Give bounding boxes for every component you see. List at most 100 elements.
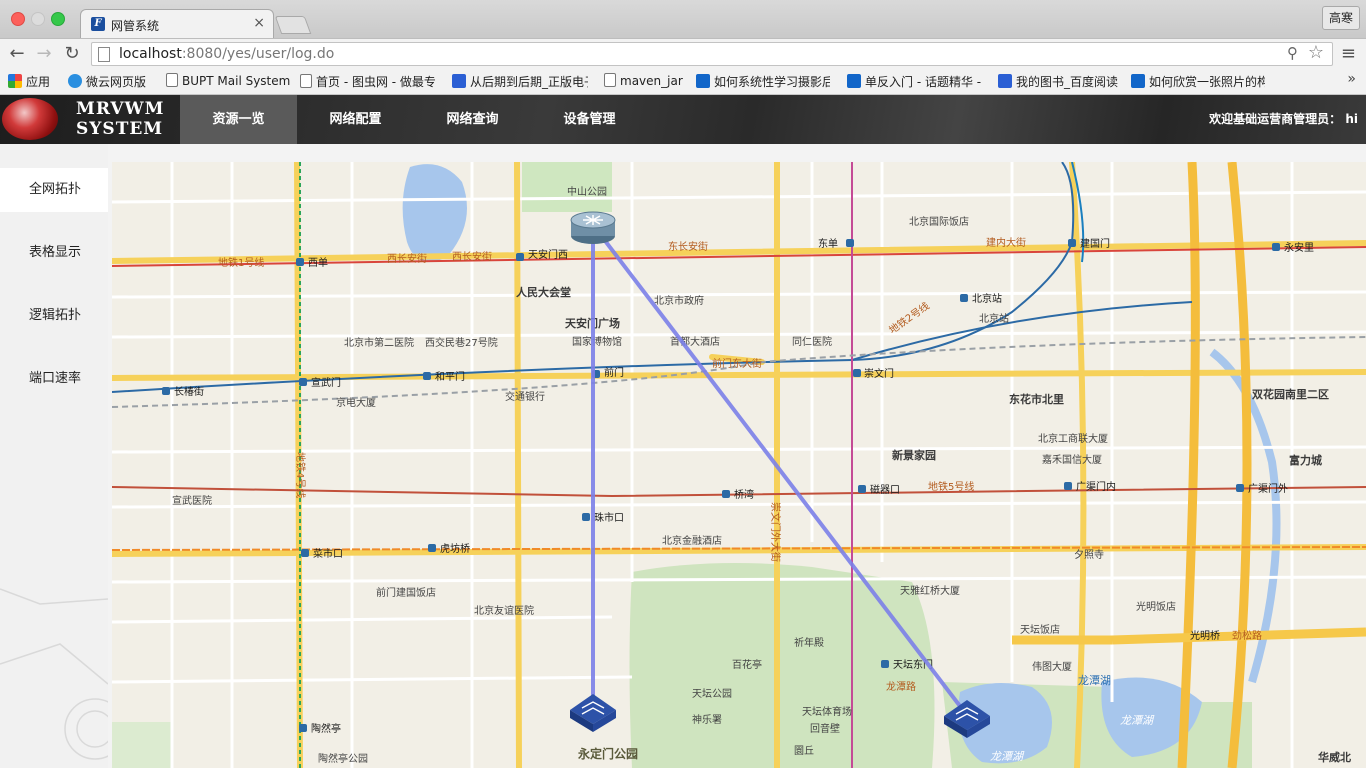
sidebar-item-full-topology[interactable]: 全网拓扑: [0, 168, 108, 212]
logo-line-2: SYSTEM: [76, 119, 164, 139]
bookmark-label: 首页 - 图虫网 - 做最专: [316, 75, 436, 89]
bookmark-label: 单反入门 - 话题精华 -: [865, 75, 981, 89]
map-label: 北京友谊医院: [474, 604, 534, 617]
window-minimize-button[interactable]: [31, 12, 45, 26]
map-label: 北京金融酒店: [662, 534, 722, 547]
bookmark-star-icon[interactable]: ☆: [1308, 42, 1324, 63]
browser-titlebar: F 网管系统 × 高寒: [0, 0, 1366, 39]
map-label: 前门建国饭店: [376, 586, 436, 599]
sidebar-item-port-rate[interactable]: 端口速率: [0, 357, 108, 401]
map-label: 天坛体育场: [802, 705, 852, 718]
globe-logo-icon: [2, 98, 58, 140]
back-arrow-icon[interactable]: ←: [6, 43, 28, 65]
map-label: 新景家园: [892, 448, 936, 462]
app-header: MRVWM SYSTEM 资源一览 网络配置 网络查询 设备管理 欢迎基础运营商…: [0, 95, 1366, 144]
map-label: 祈年殿: [794, 636, 824, 649]
router-icon[interactable]: [570, 211, 616, 244]
window-close-button[interactable]: [11, 12, 25, 26]
map-label: 国家博物馆: [572, 335, 622, 348]
tab-title: 网管系统: [111, 19, 160, 33]
bookmark-label: 我的图书_百度阅读: [1016, 75, 1119, 89]
address-url[interactable]: localhost:8080/yes/user/log.do: [119, 46, 334, 62]
map-canvas[interactable]: 人民大会堂 天安门广场 东花市北里 双花园南里二区 新景家园 富力城 华威北 永…: [112, 162, 1366, 768]
map-label: 广渠门内: [1076, 480, 1116, 493]
bookmark-label: 微云网页版: [86, 75, 147, 89]
map-label: 双花园南里二区: [1252, 387, 1329, 401]
sidebar: 全网拓扑 表格显示 逻辑拓扑 端口速率: [0, 144, 108, 768]
map-label: 地铁5号线: [928, 480, 974, 493]
bookmarks-bar: 应用 微云网页版 BUPT Mail System 首页 - 图虫网 - 做最专…: [0, 68, 1366, 95]
map-label: 天坛饭店: [1020, 623, 1060, 636]
map-label: 东花市北里: [1009, 392, 1064, 406]
forward-arrow-icon[interactable]: →: [33, 43, 55, 65]
map-label: 北京市政府: [654, 294, 704, 307]
nav-device-management[interactable]: 设备管理: [531, 95, 648, 144]
map-label: 夕照寺: [1074, 549, 1104, 561]
bookmark-item[interactable]: BUPT Mail System: [166, 73, 290, 89]
map-label: 北京国际饭店: [909, 215, 969, 228]
bookmark-item[interactable]: 首页 - 图虫网 - 做最专: [300, 73, 436, 89]
map-label: 伟图大厦: [1032, 660, 1072, 673]
bookmark-item[interactable]: 微云网页版: [68, 73, 146, 89]
favicon-icon: F: [91, 17, 105, 31]
paw-icon: [452, 74, 466, 88]
bookmarks-more-icon[interactable]: »: [1347, 71, 1356, 87]
switch-icon[interactable]: [570, 694, 616, 732]
bookmark-item[interactable]: 单反入门 - 话题精华 -: [847, 73, 981, 89]
browser-tab[interactable]: F 网管系统 ×: [80, 9, 274, 39]
cloud-icon: [68, 74, 82, 88]
map-label: 建内大街: [986, 236, 1026, 249]
nav-network-query[interactable]: 网络查询: [414, 95, 531, 144]
logo-line-1: MRVWM: [76, 99, 165, 119]
bookmark-label: BUPT Mail System: [182, 74, 291, 88]
map-label: 百花亭: [732, 658, 762, 671]
bookmark-item[interactable]: 如何系统性学习摄影后期: [696, 73, 830, 89]
map-label: 地铁4号线: [294, 452, 307, 498]
map-label: 西交民巷27号院: [425, 336, 498, 349]
map-label: 西长安街: [452, 250, 492, 263]
map-label: 前门: [604, 366, 624, 379]
window-maximize-button[interactable]: [51, 12, 65, 26]
bookmark-apps[interactable]: 应用: [8, 73, 50, 89]
map-label: 光明饭店: [1136, 600, 1176, 613]
search-icon[interactable]: ⚲: [1287, 44, 1298, 62]
map-label: 虎坊桥: [440, 542, 470, 555]
map-label: 东长安街: [668, 240, 708, 253]
map-label: 富力城: [1289, 453, 1322, 467]
bookmark-item[interactable]: 如何欣赏一张照片的构图: [1131, 73, 1265, 89]
map-base-layer: 人民大会堂 天安门广场 东花市北里 双花园南里二区 新景家园 富力城 华威北 永…: [112, 162, 1366, 768]
bookmark-label: 如何欣赏一张照片的构图: [1149, 75, 1265, 89]
map-label: 龙潭湖: [1078, 674, 1111, 687]
map-label: 地铁1号线: [218, 256, 264, 269]
sidebar-item-logical-topology[interactable]: 逻辑拓扑: [0, 294, 108, 338]
reload-icon[interactable]: ↻: [61, 43, 83, 65]
map-label: 广渠门外: [1248, 482, 1288, 495]
bookmark-label: maven_jar: [620, 74, 683, 88]
nav-network-config[interactable]: 网络配置: [297, 95, 414, 144]
bookmark-item[interactable]: maven_jar: [604, 73, 683, 89]
map-label: 永定门公园: [577, 746, 638, 761]
sidebar-item-table-view[interactable]: 表格显示: [0, 231, 108, 275]
menu-icon[interactable]: ≡: [1341, 43, 1356, 64]
map-label: 北京站: [979, 312, 1009, 325]
map-label: 北京工商联大厦: [1038, 432, 1108, 445]
map-label: 圜丘: [794, 745, 814, 757]
profile-button[interactable]: 高寒: [1322, 6, 1360, 30]
paw-icon: [998, 74, 1012, 88]
nav-resources[interactable]: 资源一览: [180, 95, 297, 144]
map-label: 宣武医院: [172, 494, 212, 507]
map-label: 北京站: [972, 292, 1002, 305]
map-label: 人民大会堂: [516, 285, 571, 299]
map-label: 光明桥: [1190, 629, 1220, 642]
tab-close-icon[interactable]: ×: [253, 15, 265, 31]
new-tab-button[interactable]: [274, 16, 312, 34]
address-bar[interactable]: localhost:8080/yes/user/log.do ⚲ ☆: [91, 42, 1333, 66]
bookmark-item[interactable]: 我的图书_百度阅读: [998, 73, 1118, 89]
map-label: 北京市第二医院: [344, 336, 414, 349]
map-label: 陶然亭: [311, 722, 341, 735]
map-label: 和平门: [435, 370, 465, 383]
page-icon: [166, 73, 178, 87]
bookmark-item[interactable]: 从后期到后期_正版电子: [452, 73, 588, 89]
bookmark-label: 应用: [26, 75, 51, 89]
zhihu-icon: [696, 74, 710, 88]
